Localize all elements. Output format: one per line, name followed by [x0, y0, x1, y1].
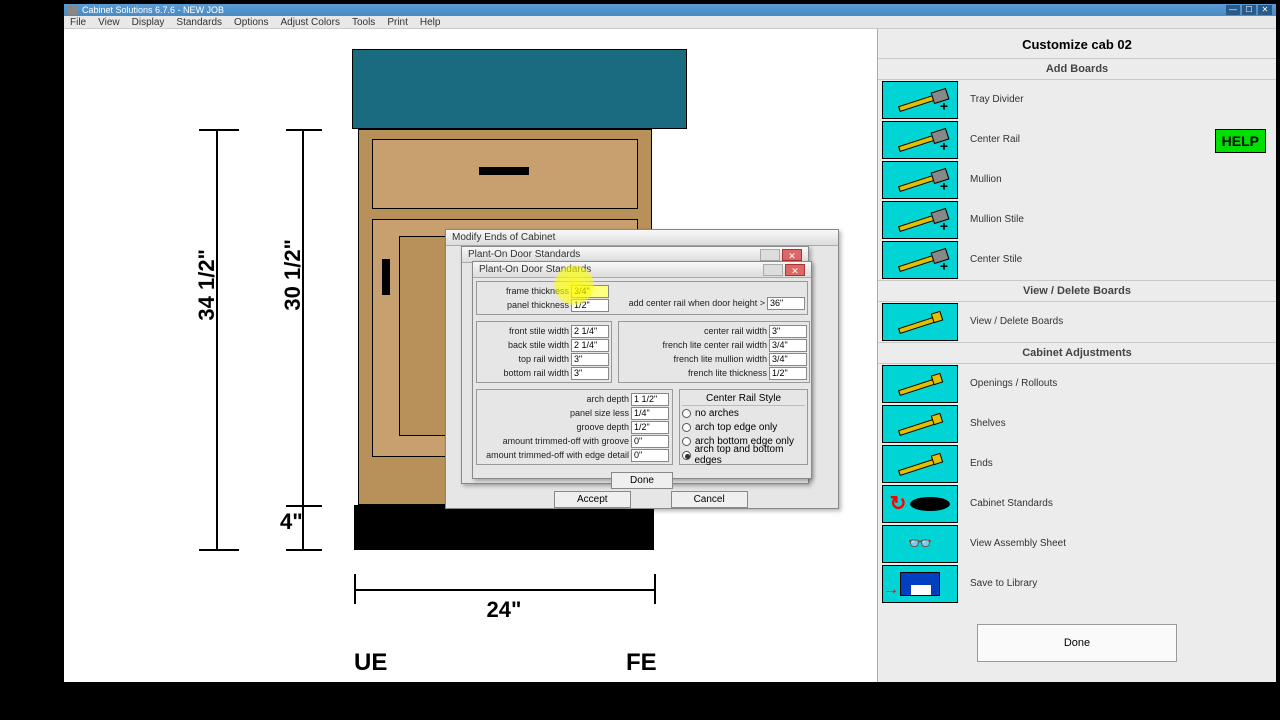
side-panel: Customize cab 02 Add Boards HELP +Tray D… — [878, 29, 1276, 682]
drawer-handle — [479, 167, 529, 175]
save-icon: → — [882, 565, 958, 603]
radio-arch-top[interactable]: arch top edge only — [682, 420, 805, 434]
menu-options[interactable]: Options — [228, 17, 274, 28]
accept-button[interactable]: Accept — [554, 491, 631, 508]
tool-tray-divider[interactable]: +Tray Divider — [878, 80, 1276, 120]
panel-thickness-input[interactable] — [571, 299, 609, 312]
menu-file[interactable]: File — [64, 17, 92, 28]
drawing-canvas[interactable]: 34 1/2" 30 1/2" 4" 24" UE FE Modify Ends… — [64, 29, 878, 682]
menu-print[interactable]: Print — [381, 17, 414, 28]
dim-total-line — [216, 129, 218, 549]
dim-toe-height: 4" — [280, 509, 303, 535]
panel-title: Customize cab 02 — [878, 29, 1276, 58]
menu-view[interactable]: View — [92, 17, 126, 28]
pencil-icon — [882, 303, 958, 341]
section-view-delete: View / Delete Boards — [878, 280, 1276, 302]
pencil-icon — [882, 445, 958, 483]
titlebar: Cabinet Solutions 6.7.6 - NEW JOB — ☐ ✕ — [64, 4, 1276, 16]
fl-thickness-input[interactable] — [769, 367, 807, 380]
trim-groove-input[interactable] — [631, 435, 669, 448]
section-cabinet-adjustments: Cabinet Adjustments — [878, 342, 1276, 364]
fl-mullion-input[interactable] — [769, 353, 807, 366]
menu-help[interactable]: Help — [414, 17, 447, 28]
arch-depth-input[interactable] — [631, 393, 669, 406]
panel-done-button[interactable]: Done — [977, 624, 1177, 662]
panel-help-button[interactable]: HELP — [1215, 129, 1266, 153]
window-title: Cabinet Solutions 6.7.6 - NEW JOB — [82, 4, 224, 16]
frame-thickness-input[interactable] — [571, 285, 609, 298]
hammer-icon: + — [882, 121, 958, 159]
panel-size-less-input[interactable] — [631, 407, 669, 420]
dim-body-height: 30 1/2" — [280, 239, 306, 311]
dialog-titlebar[interactable]: Plant-On Door Standards ✕ — [473, 262, 811, 278]
label-ue: UE — [354, 649, 387, 677]
tool-center-stile[interactable]: +Center Stile — [878, 240, 1276, 280]
door-handle — [382, 259, 390, 295]
maximize-button[interactable]: ☐ — [1242, 5, 1256, 15]
minimize-button[interactable]: — — [1226, 5, 1240, 15]
rotate-icon: ↻ — [882, 485, 958, 523]
tool-mullion-stile[interactable]: +Mullion Stile — [878, 200, 1276, 240]
pencil-icon — [882, 405, 958, 443]
cabinet-countertop — [352, 49, 687, 129]
menu-adjust-colors[interactable]: Adjust Colors — [274, 17, 345, 28]
radio-no-arches[interactable]: no arches — [682, 406, 805, 420]
center-rail-style-title: Center Rail Style — [682, 392, 805, 406]
add-center-rail-input[interactable] — [767, 297, 805, 310]
dialog-minimize-icon[interactable] — [763, 264, 783, 276]
dim-total-height: 34 1/2" — [194, 249, 220, 321]
glasses-icon: 👓 — [882, 525, 958, 563]
label-fe: FE — [626, 649, 657, 677]
top-rail-input[interactable] — [571, 353, 609, 366]
menu-display[interactable]: Display — [126, 17, 171, 28]
menu-standards[interactable]: Standards — [170, 17, 228, 28]
app-icon — [68, 5, 78, 15]
tool-openings[interactable]: Openings / Rollouts — [878, 364, 1276, 404]
cabinet-toekick — [354, 505, 654, 550]
front-stile-input[interactable] — [571, 325, 609, 338]
tool-cabinet-standards[interactable]: ↻Cabinet Standards — [878, 484, 1276, 524]
tool-shelves[interactable]: Shelves — [878, 404, 1276, 444]
dialog-close-icon[interactable]: ✕ — [785, 264, 805, 276]
fl-center-rail-input[interactable] — [769, 339, 807, 352]
close-button[interactable]: ✕ — [1258, 5, 1272, 15]
tool-ends[interactable]: Ends — [878, 444, 1276, 484]
hammer-icon: + — [882, 241, 958, 279]
trim-edge-input[interactable] — [631, 449, 669, 462]
tool-view-assembly[interactable]: 👓View Assembly Sheet — [878, 524, 1276, 564]
menu-tools[interactable]: Tools — [346, 17, 381, 28]
dialog-plant-on-door-standards: Plant-On Door Standards ✕ HELP frame thi… — [472, 261, 812, 479]
tool-mullion[interactable]: +Mullion — [878, 160, 1276, 200]
menubar: File View Display Standards Options Adju… — [64, 16, 1276, 29]
tool-view-delete-boards[interactable]: View / Delete Boards — [878, 302, 1276, 342]
tool-save-library[interactable]: →Save to Library — [878, 564, 1276, 604]
cancel-button[interactable]: Cancel — [671, 491, 748, 508]
section-add-boards: Add Boards — [878, 58, 1276, 80]
hammer-icon: + — [882, 201, 958, 239]
dim-width: 24" — [354, 597, 654, 623]
groove-depth-input[interactable] — [631, 421, 669, 434]
hammer-icon: + — [882, 161, 958, 199]
hammer-icon: + — [882, 81, 958, 119]
back-stile-input[interactable] — [571, 339, 609, 352]
pencil-icon — [882, 365, 958, 403]
radio-arch-both[interactable]: arch top and bottom edges — [682, 448, 805, 462]
dim-body-line — [302, 129, 304, 505]
center-rail-width-input[interactable] — [769, 325, 807, 338]
dialog-done-button[interactable]: Done — [611, 472, 673, 489]
bottom-rail-input[interactable] — [571, 367, 609, 380]
